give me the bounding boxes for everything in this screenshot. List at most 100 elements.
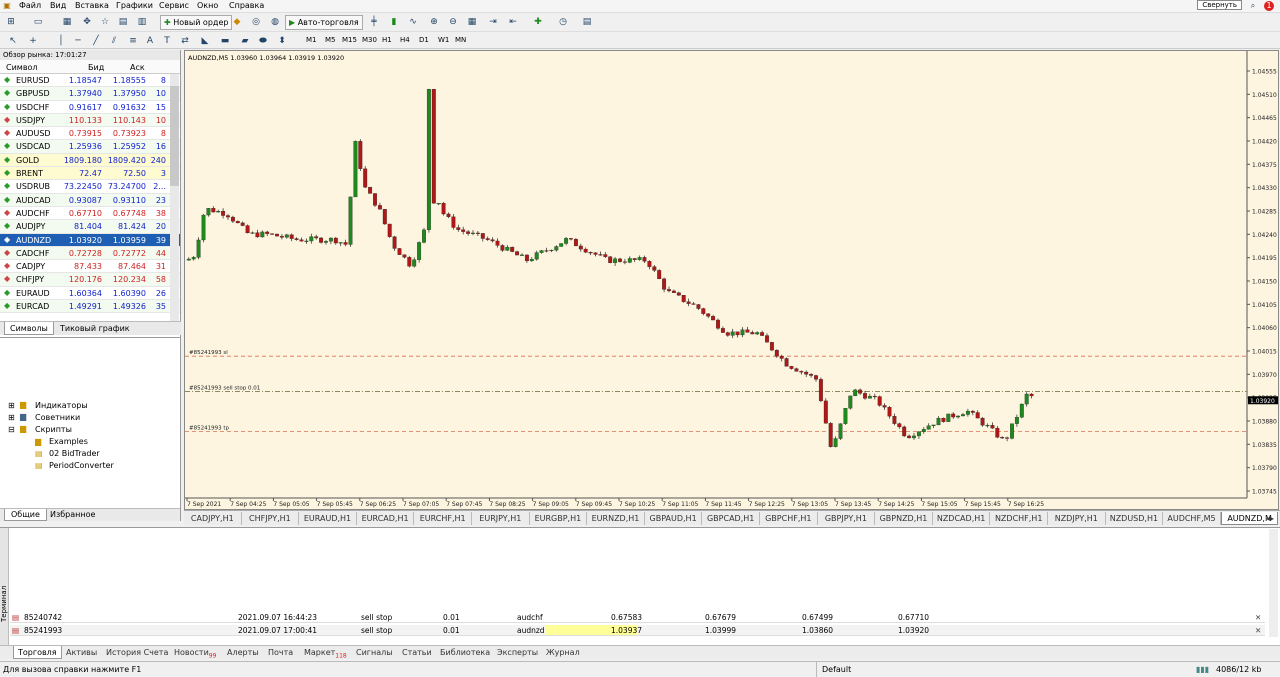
chart-tab[interactable]: NZDCAD,H1 (933, 512, 991, 525)
new-order-button[interactable]: ✚ Новый ордер (160, 15, 233, 30)
chart-tab[interactable]: GBPNZD,H1 (875, 512, 933, 525)
market-watch-row[interactable]: ◆ CADJPY 87.433 87.464 31 (0, 260, 180, 274)
timeframe-h4[interactable]: H4 (400, 36, 410, 44)
line-chart-icon[interactable]: ∿ (406, 15, 420, 29)
tab-market[interactable]: Маркет118 (304, 648, 347, 660)
timeframe-m1[interactable]: M1 (306, 36, 317, 44)
col-bid[interactable]: Бид (88, 63, 104, 72)
nav-bidtrader[interactable]: 02 BidTrader (49, 449, 100, 458)
fibonacci-icon[interactable]: ≡ (126, 34, 140, 48)
expand-icon[interactable]: ⊞ (8, 401, 15, 410)
chart-tab[interactable]: EURCHF,H1 (414, 512, 472, 525)
timeframe-d1[interactable]: D1 (419, 36, 429, 44)
chart-tab[interactable]: GBPAUD,H1 (645, 512, 703, 525)
market-watch-row[interactable]: ◆ EURAUD 1.60364 1.60390 26 (0, 287, 180, 301)
profiles-icon[interactable]: ▭ (31, 15, 45, 29)
tab-account-history[interactable]: История Счета (106, 648, 168, 657)
chart-tab[interactable]: NZDUSD,H1 (1106, 512, 1164, 525)
menu-service[interactable]: Сервис (159, 1, 189, 10)
zoom-out-icon[interactable]: ⊖ (446, 15, 460, 29)
triangle-icon[interactable]: ◣ (198, 34, 212, 48)
tab-articles[interactable]: Статьи (402, 648, 432, 657)
chart-tab[interactable]: NZDJPY,H1 (1048, 512, 1106, 525)
chart-tab[interactable]: NZDCHF,H1 (990, 512, 1048, 525)
market-watch-row[interactable]: ◆ GBPUSD 1.37940 1.37950 10 (0, 87, 180, 101)
tester-icon[interactable]: ▥ (135, 15, 149, 29)
timeframe-w1[interactable]: W1 (438, 36, 449, 44)
arrows-icon[interactable]: ⇄ (178, 34, 192, 48)
order-row[interactable]: ▤ 85241993 2021.09.07 17:00:41 sell stop… (10, 625, 1265, 636)
menu-window[interactable]: Окно (197, 1, 218, 10)
market-watch-row[interactable]: ◆ GOLD 1809.180 1809.420 240 (0, 153, 180, 168)
nav-indicators[interactable]: Индикаторы (35, 401, 88, 410)
market-watch-row[interactable]: ◆ CHFJPY 120.176 120.234 58 (0, 273, 180, 287)
channel-icon[interactable]: ⫽ (107, 34, 121, 48)
tab-favorites[interactable]: Избранное (50, 510, 95, 519)
cursor-icon[interactable]: ↖ (6, 34, 20, 48)
market-watch-row[interactable]: ◆ EURUSD 1.18547 1.18555 8 (0, 74, 180, 88)
periods-icon[interactable]: ◷ (556, 15, 570, 29)
menu-view[interactable]: Вид (50, 1, 66, 10)
collapse-icon[interactable]: ⊟ (8, 425, 15, 434)
tab-mail[interactable]: Почта (268, 648, 293, 657)
menu-insert[interactable]: Вставка (75, 1, 109, 10)
vertical-line-icon[interactable]: │ (54, 34, 68, 48)
chart-shift-icon[interactable]: ⇤ (506, 15, 520, 29)
chart-tab[interactable]: EURGBP,H1 (530, 512, 588, 525)
close-icon[interactable]: ✕ (1255, 626, 1261, 635)
tab-signals[interactable]: Сигналы (356, 648, 393, 657)
tab-alerts[interactable]: Алерты (227, 648, 259, 657)
market-watch-row[interactable]: ◆ BRENT 72.47 72.50 3 (0, 167, 180, 181)
market-watch-row[interactable]: ◆ USDCHF 0.91617 0.91632 15 (0, 101, 180, 114)
timeframe-m15[interactable]: M15 (342, 36, 357, 44)
timeframe-mn[interactable]: MN (455, 36, 466, 44)
market-watch-row[interactable]: ◆ AUDCAD 0.93087 0.93110 23 (0, 193, 180, 207)
navigator-icon[interactable]: ☆ (98, 15, 112, 29)
zoom-in-icon[interactable]: ⊕ (427, 15, 441, 29)
tab-trade[interactable]: Торговля (13, 646, 62, 659)
market-watch-scrollbar[interactable] (170, 74, 179, 321)
indicators-icon[interactable]: ✚ (531, 15, 545, 29)
chart-tab[interactable]: GBPCHF,H1 (760, 512, 818, 525)
chart-tab[interactable]: EURJPY,H1 (472, 512, 530, 525)
tab-news[interactable]: Новости99 (174, 648, 216, 660)
nav-scripts[interactable]: Скрипты (35, 425, 72, 434)
arrow-down-icon[interactable]: ⬍ (275, 34, 289, 48)
market-watch-row[interactable]: ◆ AUDUSD 0.73915 0.73923 8 (0, 127, 180, 141)
menu-help[interactable]: Справка (229, 1, 264, 10)
timeframe-h1[interactable]: H1 (382, 36, 392, 44)
rectangle-icon[interactable]: ▬ (218, 34, 232, 48)
market-watch-row[interactable]: ◆ USDJPY 110.133 110.143 10 (0, 113, 180, 128)
nav-periodconverter[interactable]: PeriodConverter (49, 461, 114, 470)
market-watch-icon[interactable]: ▦ (60, 15, 74, 29)
bar-chart-icon[interactable]: ╪ (367, 15, 381, 29)
chart-tab[interactable]: CHFJPY,H1 (242, 512, 300, 525)
market-watch-row[interactable]: ◆ AUDJPY 81.404 81.424 20 (0, 220, 180, 234)
chart-tab[interactable]: GBPCAD,H1 (702, 512, 760, 525)
market-watch-row[interactable]: ◆ AUDNZD 1.03920 1.03959 39 (0, 233, 180, 247)
search-icon[interactable]: ⌕ (1248, 1, 1258, 11)
chart-tab[interactable]: CADJPY,H1 (184, 512, 242, 525)
text-icon[interactable]: A (143, 34, 157, 48)
chart-window[interactable]: AUDNZD,M5 1.03960 1.03964 1.03919 1.0392… (184, 50, 1279, 510)
templates-icon[interactable]: ▤ (580, 15, 594, 29)
data-window-icon[interactable]: ✥ (80, 15, 94, 29)
market-icon[interactable]: ◍ (268, 15, 282, 29)
col-ask[interactable]: Аск (130, 63, 145, 72)
tab-library[interactable]: Библиотека (440, 648, 490, 657)
nav-experts[interactable]: Советники (35, 413, 80, 422)
tab-assets[interactable]: Активы (66, 648, 97, 657)
nav-examples[interactable]: Examples (49, 437, 88, 446)
tab-experts[interactable]: Эксперты (497, 648, 538, 657)
market-watch-row[interactable]: ◆ USDRUB 73.22450 73.24700 2... (0, 180, 180, 194)
tab-scroll-arrows-icon[interactable]: ◂▸ (1262, 512, 1278, 525)
market-watch-row[interactable]: ◆ EURCAD 1.49291 1.49326 35 (0, 300, 180, 314)
ellipse-shape-icon[interactable]: ⬬ (256, 34, 270, 48)
crosshair-icon[interactable]: + (26, 34, 40, 48)
market-watch-row[interactable]: ◆ AUDCHF 0.67710 0.67748 38 (0, 207, 180, 221)
menu-charts[interactable]: Графики (116, 1, 153, 10)
metaeditor-icon[interactable]: ◆ (230, 15, 244, 29)
expand-icon[interactable]: ⊞ (8, 413, 15, 422)
trendline-icon[interactable]: ╱ (89, 34, 103, 48)
ellipse-icon[interactable]: ▰ (238, 34, 252, 48)
